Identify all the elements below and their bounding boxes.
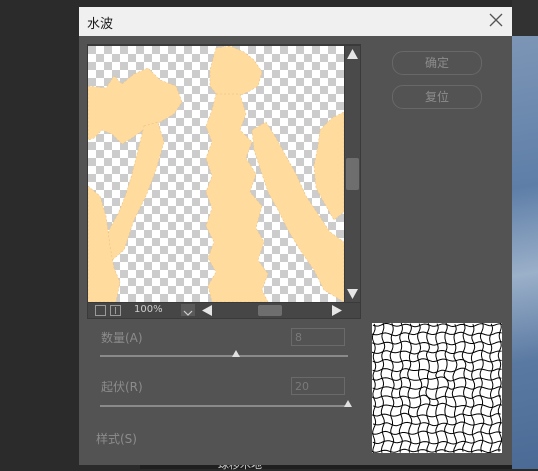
- ok-button[interactable]: 确定: [392, 51, 482, 75]
- preview-panel: 100%: [87, 44, 361, 319]
- amount-slider-handle[interactable]: [232, 350, 241, 357]
- ripple-filter-dialog: 水波 100% 确定 复位 数量(A) 8 起伏(R) 20 样式(S): [79, 7, 512, 465]
- ripple-grid-preview: [370, 321, 504, 455]
- zoom-dropdown[interactable]: [181, 304, 195, 316]
- scrollbar-thumb[interactable]: [346, 158, 359, 190]
- zoom-level: 100%: [134, 304, 163, 315]
- scroll-right-arrow-icon[interactable]: [332, 305, 342, 316]
- preview-canvas[interactable]: [88, 46, 344, 302]
- dialog-titlebar: 水波: [79, 7, 512, 36]
- amount-slider[interactable]: [100, 350, 348, 357]
- horizontal-scrollbar-thumb[interactable]: [258, 305, 282, 316]
- ridges-field[interactable]: 20: [291, 377, 345, 395]
- zoom-out-icon[interactable]: [95, 305, 106, 316]
- style-label: 样式(S): [96, 432, 137, 446]
- ripple-grid-image: [370, 321, 504, 455]
- amount-field[interactable]: 8: [291, 328, 345, 346]
- amount-label: 数量(A): [101, 331, 143, 345]
- reset-button[interactable]: 复位: [392, 85, 482, 109]
- preview-vertical-scrollbar[interactable]: [345, 46, 360, 302]
- close-icon[interactable]: [488, 12, 504, 28]
- scroll-down-arrow-icon[interactable]: [347, 289, 358, 299]
- ridges-slider-handle[interactable]: [344, 400, 352, 407]
- background-app-area: [512, 0, 538, 36]
- chevron-down-icon: [183, 310, 193, 316]
- scroll-left-arrow-icon[interactable]: [202, 305, 212, 316]
- scroll-up-arrow-icon[interactable]: [347, 49, 358, 59]
- zoom-in-icon[interactable]: [110, 305, 121, 316]
- preview-bottom-bar: 100%: [88, 303, 360, 318]
- background-image-strip: [512, 36, 538, 469]
- preview-image: [88, 46, 344, 302]
- dialog-title: 水波: [87, 17, 114, 32]
- ridges-slider[interactable]: [100, 400, 352, 407]
- ridges-label: 起伏(R): [101, 380, 143, 394]
